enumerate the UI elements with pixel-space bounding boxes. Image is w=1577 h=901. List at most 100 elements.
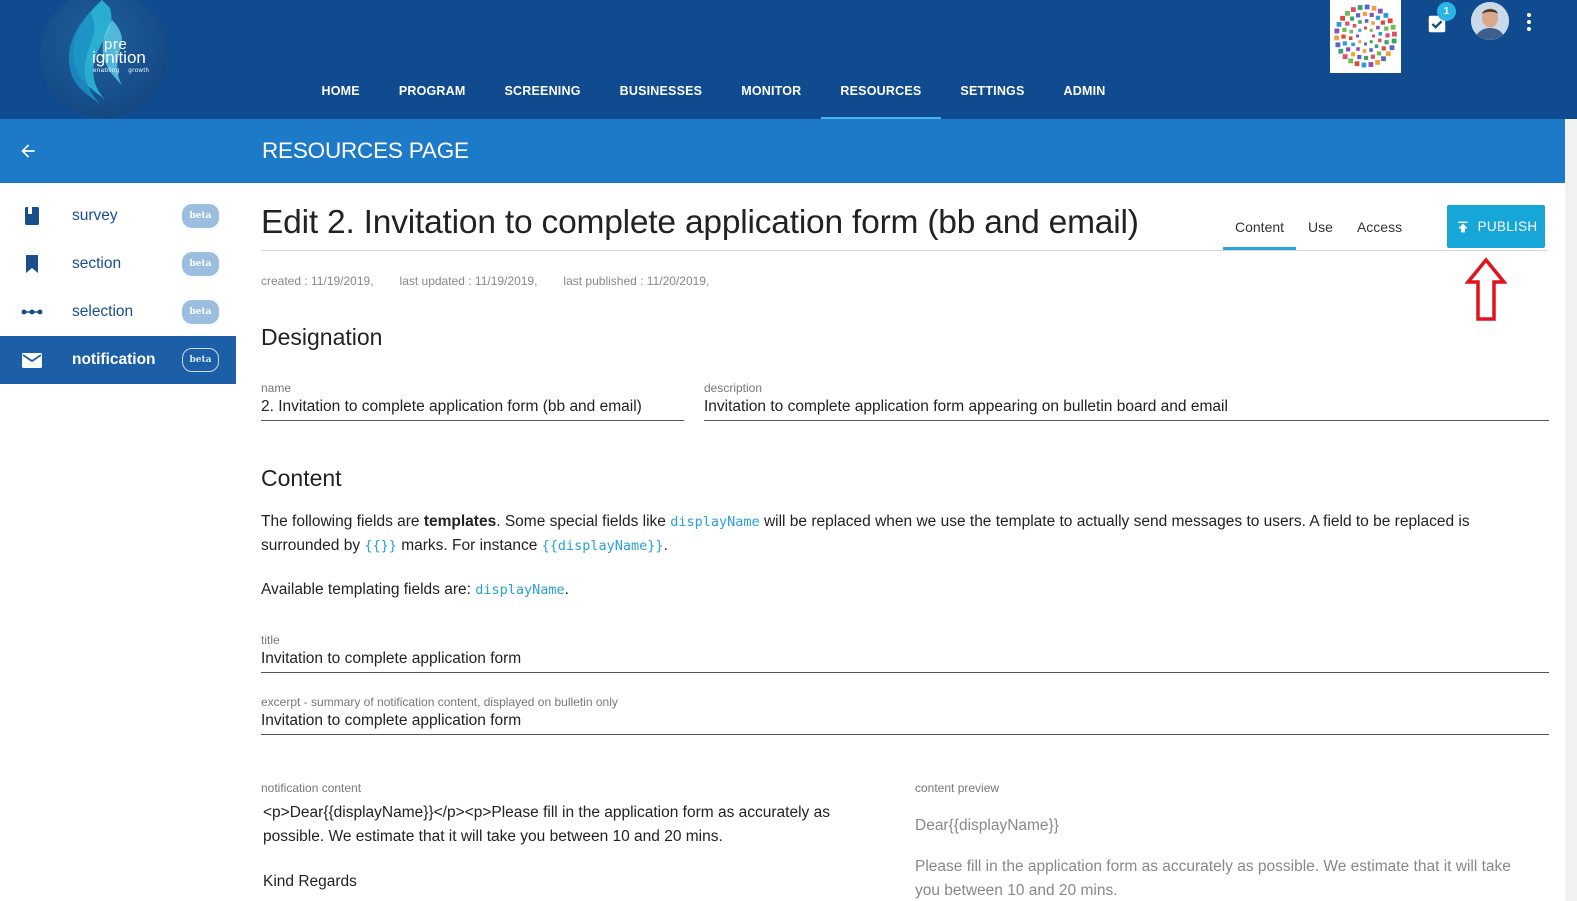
mosaic-tile <box>1342 41 1347 46</box>
beta-badge: beta <box>182 204 219 228</box>
mosaic-tile <box>1341 34 1346 39</box>
name-field[interactable]: name 2. Invitation to complete applicati… <box>261 381 684 421</box>
nav-tab-home[interactable]: HOME <box>302 64 379 119</box>
code-braces: {{}} <box>364 538 397 554</box>
mosaic-tile <box>1361 62 1367 68</box>
description-input[interactable]: Invitation to complete application form … <box>704 398 1549 421</box>
content-preview: content preview Dear{{displayName}} Plea… <box>915 781 1555 901</box>
mosaic-tile <box>1334 35 1339 41</box>
nav-tab-program[interactable]: PROGRAM <box>379 64 485 119</box>
sidebar-item-survey[interactable]: survey beta <box>0 192 236 240</box>
preignition-logo[interactable]: pre ignition enabling growth <box>40 0 168 118</box>
mosaic-tile <box>1351 7 1356 12</box>
mosaic-tile <box>1364 26 1367 30</box>
mosaic-tile <box>1384 40 1389 45</box>
mosaic-tile <box>1356 34 1359 38</box>
back-button[interactable] <box>14 137 42 165</box>
mosaic-tile <box>1362 49 1367 53</box>
mosaic-tile <box>1376 51 1381 56</box>
organisation-logo[interactable] <box>1330 0 1401 73</box>
mosaic-tile <box>1349 29 1353 34</box>
nav-tab-settings[interactable]: SETTINGS <box>941 64 1044 119</box>
excerpt-field[interactable]: excerpt - summary of notification conten… <box>261 695 1549 735</box>
last-published-date: last published : 11/20/2019, <box>563 274 710 288</box>
annotation-up-arrow-icon <box>1465 258 1507 321</box>
title-input[interactable]: Invitation to complete application form <box>261 650 1549 673</box>
editor-tabs: Content Use Access <box>1223 205 1414 251</box>
mosaic-tile <box>1387 18 1393 24</box>
tab-content[interactable]: Content <box>1223 205 1297 250</box>
mosaic-tile <box>1358 20 1362 24</box>
notification-content-label: notification content <box>261 781 362 795</box>
mosaic-tile <box>1358 40 1362 44</box>
mosaic-tile <box>1378 38 1382 43</box>
main-nav: HOME PROGRAM SCREENING BUSINESSES MONITO… <box>302 64 1125 119</box>
mosaic-tile <box>1345 21 1350 26</box>
description-label: description <box>704 381 763 395</box>
tab-access[interactable]: Access <box>1345 205 1414 249</box>
mosaic-tile <box>1348 58 1354 64</box>
mosaic-tile <box>1374 44 1379 48</box>
tab-use[interactable]: Use <box>1296 205 1345 249</box>
mosaic-tile <box>1378 32 1383 36</box>
mosaic-tile <box>1375 15 1380 20</box>
more-vert-icon <box>1527 13 1531 17</box>
description-field[interactable]: description Invitation to complete appli… <box>704 381 1549 421</box>
sidebar-item-selection[interactable]: selection beta <box>0 288 236 336</box>
nav-tab-monitor[interactable]: MONITOR <box>722 64 821 119</box>
mosaic-tile <box>1381 56 1386 62</box>
mosaic-tile <box>1386 51 1391 57</box>
nav-tab-screening[interactable]: SCREENING <box>485 64 600 119</box>
mosaic-tile <box>1369 48 1373 52</box>
last-updated-date: last updated : 11/19/2019, <box>399 274 538 288</box>
mosaic-tile <box>1356 47 1360 51</box>
available-text: . <box>564 581 569 598</box>
name-label: name <box>261 381 292 395</box>
notification-content-signoff[interactable]: Kind Regards <box>263 873 851 891</box>
excerpt-input[interactable]: Invitation to complete application form <box>261 712 1549 735</box>
publish-button[interactable]: PUBLISH <box>1447 205 1545 248</box>
mosaic-tile <box>1342 27 1347 32</box>
mosaic-tile <box>1357 55 1362 60</box>
sidebar-item-notification[interactable]: notification beta <box>0 336 236 384</box>
publish-label: PUBLISH <box>1477 219 1538 234</box>
mosaic-tile <box>1340 15 1345 21</box>
sidebar-item-label: survey <box>72 207 118 224</box>
nav-tab-businesses[interactable]: BUSINESSES <box>600 64 722 119</box>
more-menu-button[interactable] <box>1518 8 1540 36</box>
page-title: RESOURCES PAGE <box>262 138 469 163</box>
mosaic-logo-icon <box>1334 4 1397 68</box>
notification-content-field[interactable]: notification content <p>Dear{{displayNam… <box>261 781 851 891</box>
mosaic-tile <box>1368 62 1374 67</box>
mosaic-tile <box>1334 28 1340 34</box>
intro-text: The following fields are <box>261 513 424 530</box>
mosaic-tile <box>1338 48 1344 54</box>
notification-content-textarea[interactable]: <p>Dear{{displayName}}</p><p>Please fill… <box>263 801 851 849</box>
page-header-bar <box>0 119 1565 183</box>
mosaic-tile <box>1346 47 1351 52</box>
sidebar-item-section[interactable]: section beta <box>0 240 236 288</box>
nav-tab-admin[interactable]: ADMIN <box>1044 64 1125 119</box>
user-avatar[interactable] <box>1471 2 1509 40</box>
templates-intro: The following fields are templates. Some… <box>261 510 1551 558</box>
mosaic-tile <box>1362 11 1367 17</box>
intro-bold: templates <box>423 513 497 530</box>
page-scrollbar[interactable] <box>1565 119 1577 901</box>
mosaic-tile <box>1391 38 1397 44</box>
title-field[interactable]: title Invitation to complete application… <box>261 633 1549 673</box>
mosaic-tile <box>1345 10 1350 16</box>
name-input[interactable]: 2. Invitation to complete application fo… <box>261 398 684 421</box>
sidebar-item-label: notification <box>72 351 156 368</box>
sidebar-item-label: selection <box>72 303 134 320</box>
intro-text: marks. For instance <box>396 537 542 554</box>
mosaic-tile <box>1351 42 1355 47</box>
logo-text-ignition: ignition <box>92 48 146 67</box>
nav-tab-resources[interactable]: RESOURCES <box>820 64 941 119</box>
beta-badge: beta <box>182 348 219 372</box>
title-label: title <box>261 633 280 647</box>
mosaic-tile <box>1384 26 1389 31</box>
mosaic-tile <box>1354 61 1360 67</box>
notification-count-badge: 1 <box>1437 2 1456 21</box>
mosaic-tile <box>1351 52 1356 57</box>
mosaic-tile <box>1371 21 1375 25</box>
